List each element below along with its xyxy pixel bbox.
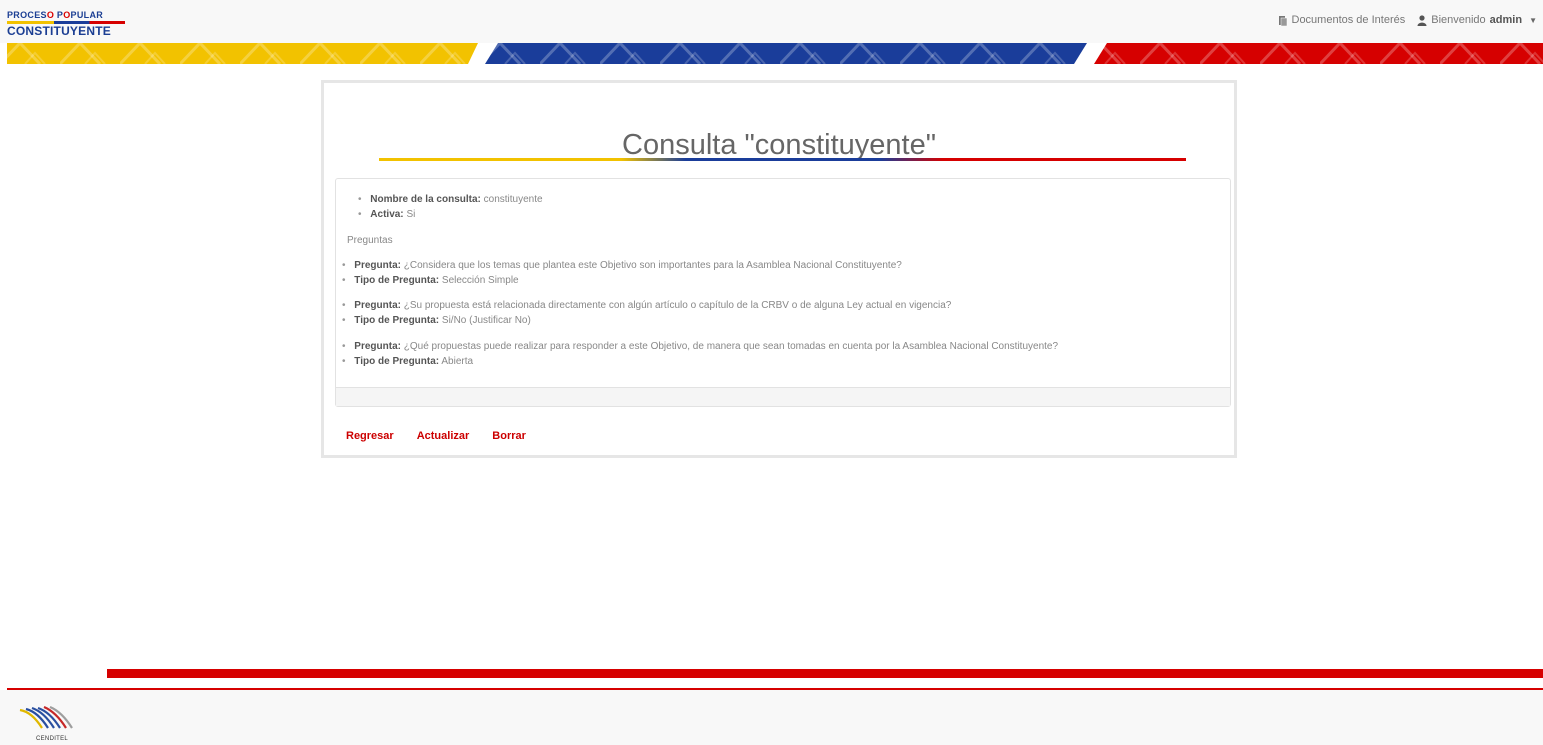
footer-red-band bbox=[107, 669, 1543, 678]
documentos-link[interactable]: Documentos de Interés bbox=[1278, 14, 1406, 26]
documentos-label: Documentos de Interés bbox=[1291, 14, 1406, 26]
pregunta-label: Pregunta: bbox=[354, 341, 401, 352]
activa-label: Activa: bbox=[370, 209, 404, 220]
pregunta-text: ¿Su propuesta está relacionada directame… bbox=[403, 300, 952, 311]
logo-line2: CONSTITUYENTE bbox=[7, 24, 111, 38]
nombre-label: Nombre de la consulta: bbox=[370, 194, 481, 205]
document-icon bbox=[1278, 15, 1287, 26]
username: admin bbox=[1489, 14, 1523, 26]
tipo-label: Tipo de Pregunta: bbox=[354, 275, 440, 286]
list-item: Activa: Si bbox=[358, 207, 543, 222]
tipo-value: Si/No (Justificar No) bbox=[441, 315, 531, 326]
proceso-popular-constituyente-logo[interactable]: PROCESO POPULAR CONSTITUYENTE bbox=[7, 10, 127, 37]
question-item: Pregunta: ¿Su propuesta está relacionada… bbox=[342, 298, 951, 328]
consulta-card: Consulta "constituyente" Nombre de la co… bbox=[321, 80, 1237, 458]
caret-down-icon: ▼ bbox=[1529, 15, 1537, 25]
list-item: Nombre de la consulta: constituyente bbox=[358, 192, 543, 207]
pregunta-label: Pregunta: bbox=[354, 300, 401, 311]
tipo-value: Abierta bbox=[441, 356, 474, 367]
nombre-value: constituyente bbox=[483, 194, 543, 205]
footer bbox=[0, 690, 1543, 745]
action-links: Regresar Actualizar Borrar bbox=[346, 430, 526, 442]
logo-line1: PROCESO POPULAR bbox=[7, 10, 104, 20]
consulta-details-panel: Nombre de la consulta: constituyente Act… bbox=[335, 178, 1231, 407]
pregunta-text: ¿Considera que los temas que plantea est… bbox=[403, 260, 902, 271]
panel-footer bbox=[336, 387, 1230, 406]
consulta-meta-list: Nombre de la consulta: constituyente Act… bbox=[358, 192, 543, 222]
activa-value: Si bbox=[406, 209, 416, 220]
question-item: Pregunta: ¿Qué propuestas puede realizar… bbox=[342, 339, 1058, 369]
list-item: Pregunta: ¿Considera que los temas que p… bbox=[342, 258, 902, 273]
title-tricolor-divider bbox=[379, 158, 1186, 161]
question-item: Pregunta: ¿Considera que los temas que p… bbox=[342, 258, 902, 288]
list-item: Tipo de Pregunta: Si/No (Justificar No) bbox=[342, 313, 951, 328]
list-item: Pregunta: ¿Su propuesta está relacionada… bbox=[342, 298, 951, 313]
tipo-label: Tipo de Pregunta: bbox=[354, 315, 440, 326]
pregunta-text: ¿Qué propuestas puede realizar para resp… bbox=[403, 341, 1059, 352]
user-icon bbox=[1417, 14, 1427, 26]
user-menu-dropdown[interactable]: Bienvenido admin ▼ bbox=[1417, 14, 1537, 26]
cenditel-logo-text: CENDITEL bbox=[36, 736, 69, 742]
preguntas-heading: Preguntas bbox=[347, 235, 393, 246]
user-nav: Documentos de Interés Bienvenido admin ▼ bbox=[1278, 14, 1537, 26]
tipo-label: Tipo de Pregunta: bbox=[354, 356, 440, 367]
list-item: Tipo de Pregunta: Abierta bbox=[342, 354, 1058, 369]
welcome-label: Bienvenido bbox=[1431, 14, 1486, 26]
list-item: Tipo de Pregunta: Selección Simple bbox=[342, 273, 902, 288]
top-navbar: PROCESO POPULAR CONSTITUYENTE Documentos… bbox=[0, 0, 1543, 43]
regresar-link[interactable]: Regresar bbox=[346, 430, 394, 442]
pregunta-label: Pregunta: bbox=[354, 260, 401, 271]
borrar-link[interactable]: Borrar bbox=[492, 430, 526, 442]
tipo-value: Selección Simple bbox=[441, 275, 519, 286]
flag-banner bbox=[7, 43, 1543, 64]
actualizar-link[interactable]: Actualizar bbox=[417, 430, 470, 442]
list-item: Pregunta: ¿Qué propuestas puede realizar… bbox=[342, 339, 1058, 354]
